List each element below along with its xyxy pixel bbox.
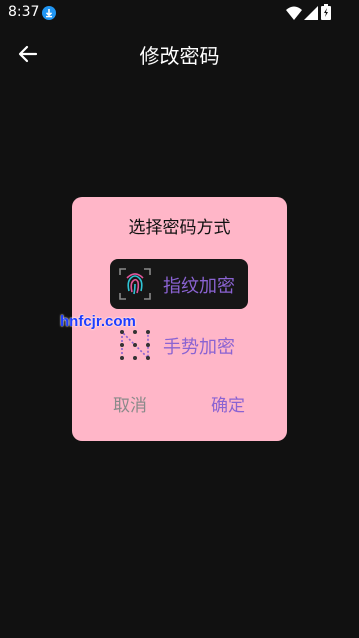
confirm-button[interactable]: 确定 — [211, 391, 245, 416]
signal-icon — [304, 5, 318, 20]
dialog-title: 选择密码方式 — [128, 218, 231, 238]
wifi-icon — [286, 5, 302, 20]
gesture-pattern-icon — [118, 328, 152, 362]
option-fingerprint-label: 指纹加密 — [163, 276, 235, 297]
dialog-actions: 取消 确定 — [72, 391, 287, 419]
watermark-text: hnfcjr.com — [60, 313, 136, 330]
cancel-button[interactable]: 取消 — [113, 391, 147, 416]
top-bar: 修改密码 — [0, 24, 359, 80]
page-title: 修改密码 — [139, 44, 220, 68]
battery-icon — [321, 4, 331, 20]
status-time: 8:37 — [8, 4, 40, 20]
download-icon — [42, 5, 56, 20]
option-gesture-label: 手势加密 — [163, 337, 235, 358]
status-bar: 8:37 — [0, 0, 359, 24]
fingerprint-icon — [118, 267, 152, 301]
option-fingerprint[interactable]: 指纹加密 — [110, 259, 248, 309]
